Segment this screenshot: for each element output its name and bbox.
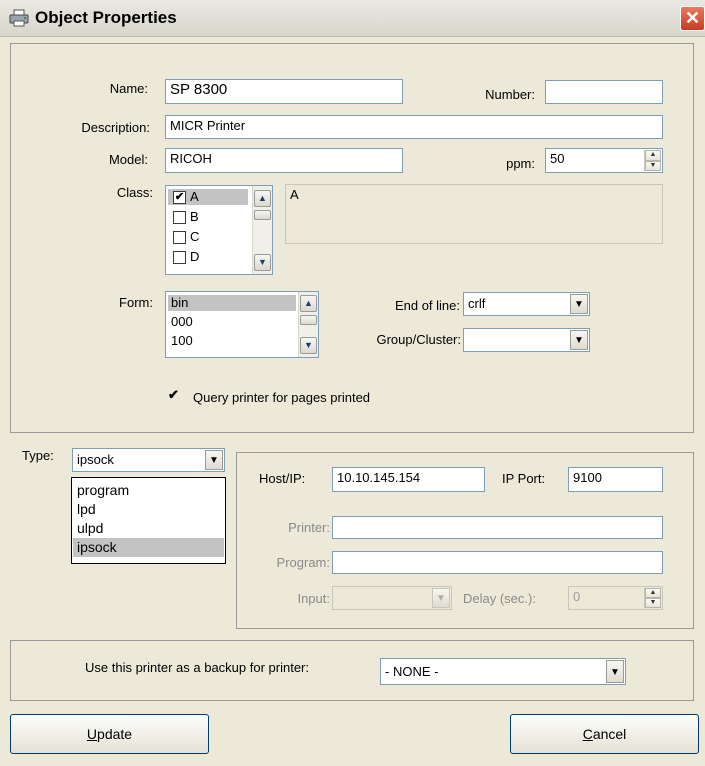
scroll-up-icon[interactable]: ▲ [300, 295, 317, 312]
scroll-thumb[interactable] [300, 315, 317, 325]
close-icon: ✕ [684, 8, 701, 28]
scroll-down-icon[interactable]: ▼ [300, 337, 317, 354]
printer-icon [9, 9, 29, 27]
list-item[interactable]: 100 [168, 333, 296, 349]
type-dropdown-list[interactable]: program lpd ulpd ipsock [71, 477, 226, 564]
chevron-down-icon[interactable]: ▼ [570, 330, 588, 350]
backup-printer-value: - NONE - [385, 664, 439, 679]
description-label: Description: [81, 120, 150, 135]
group-cluster-select[interactable]: ▼ [463, 328, 590, 352]
class-d-checkbox[interactable] [173, 251, 186, 264]
ppm-spinner[interactable]: ▲ ▼ [644, 150, 661, 171]
scroll-thumb[interactable] [254, 210, 271, 220]
group-cluster-label: Group/Cluster: [376, 332, 461, 347]
spin-up-icon[interactable]: ▲ [645, 150, 661, 161]
form-scrollbar[interactable]: ▲ ▼ [298, 292, 318, 357]
program-label: Program: [276, 555, 330, 570]
chevron-down-icon[interactable]: ▼ [570, 294, 588, 314]
delay-spinner[interactable]: ▲ ▼ [644, 588, 661, 608]
update-button[interactable]: Update [10, 714, 209, 754]
program-field[interactable] [332, 551, 663, 574]
backup-printer-select[interactable]: - NONE - ▼ [380, 658, 626, 685]
ppm-label: ppm: [506, 156, 535, 171]
chevron-down-icon[interactable]: ▼ [432, 588, 450, 608]
list-item[interactable]: bin [168, 295, 296, 311]
type-select[interactable]: ipsock ▼ [72, 448, 225, 472]
class-c-checkbox[interactable] [173, 231, 186, 244]
ip-port-label: IP Port: [502, 471, 546, 486]
cancel-button[interactable]: Cancel [510, 714, 699, 754]
dropdown-option[interactable]: ipsock [73, 538, 224, 557]
class-list[interactable]: A ✔ B C D ▲ ▼ [165, 185, 273, 275]
class-scrollbar[interactable]: ▲ ▼ [252, 186, 272, 274]
number-field[interactable] [545, 80, 663, 104]
class-b-checkbox[interactable] [173, 211, 186, 224]
query-printer-checkbox[interactable]: ✔ [167, 388, 180, 402]
input-label: Input: [297, 591, 330, 606]
form-label: Form: [119, 295, 153, 310]
dropdown-option[interactable]: ulpd [73, 519, 224, 538]
ip-port-field[interactable]: 9100 [568, 467, 663, 492]
scroll-down-icon[interactable]: ▼ [254, 254, 271, 271]
description-field[interactable]: MICR Printer [165, 115, 663, 139]
class-a-checkbox[interactable]: ✔ [173, 191, 186, 204]
input-select[interactable]: ▼ [332, 586, 452, 610]
title-bar[interactable]: Object Properties ✕ [0, 0, 705, 37]
host-field[interactable]: 10.10.145.154 [332, 467, 485, 492]
spin-down-icon[interactable]: ▼ [645, 160, 661, 171]
host-label: Host/IP: [259, 471, 306, 486]
spin-up-icon[interactable]: ▲ [645, 588, 661, 598]
dropdown-option[interactable]: lpd [73, 500, 224, 519]
chevron-down-icon[interactable]: ▼ [606, 660, 624, 683]
end-of-line-value: crlf [468, 296, 486, 311]
query-printer-label[interactable]: Query printer for pages printed [193, 390, 370, 405]
name-label: Name: [109, 81, 148, 96]
window-title: Object Properties [35, 8, 177, 27]
type-value: ipsock [77, 452, 114, 467]
spin-down-icon[interactable]: ▼ [645, 598, 661, 608]
name-field[interactable]: SP 8300 [165, 79, 403, 104]
type-label: Type: [22, 448, 54, 463]
model-field[interactable]: RICOH [165, 148, 403, 173]
number-label: Number: [485, 87, 535, 102]
model-label: Model: [108, 152, 148, 167]
delay-label: Delay (sec.): [463, 591, 536, 606]
list-item[interactable]: 000 [168, 314, 296, 330]
end-of-line-select[interactable]: crlf ▼ [463, 292, 590, 316]
chevron-down-icon[interactable]: ▼ [205, 450, 223, 470]
close-button[interactable]: ✕ [680, 6, 705, 31]
printer-label: Printer: [288, 520, 330, 535]
backup-label: Use this printer as a backup for printer… [85, 660, 309, 675]
object-properties-window: Object Properties ✕ Name: SP 8300 Number… [0, 0, 705, 766]
class-description-field: A [285, 184, 663, 244]
class-label: Class: [116, 185, 153, 200]
form-list[interactable]: bin 000 100 ▲ ▼ [165, 291, 319, 358]
end-of-line-label: End of line: [394, 298, 460, 313]
scroll-up-icon[interactable]: ▲ [254, 190, 271, 207]
printer-field[interactable] [332, 516, 663, 539]
dropdown-option[interactable]: program [73, 481, 224, 500]
